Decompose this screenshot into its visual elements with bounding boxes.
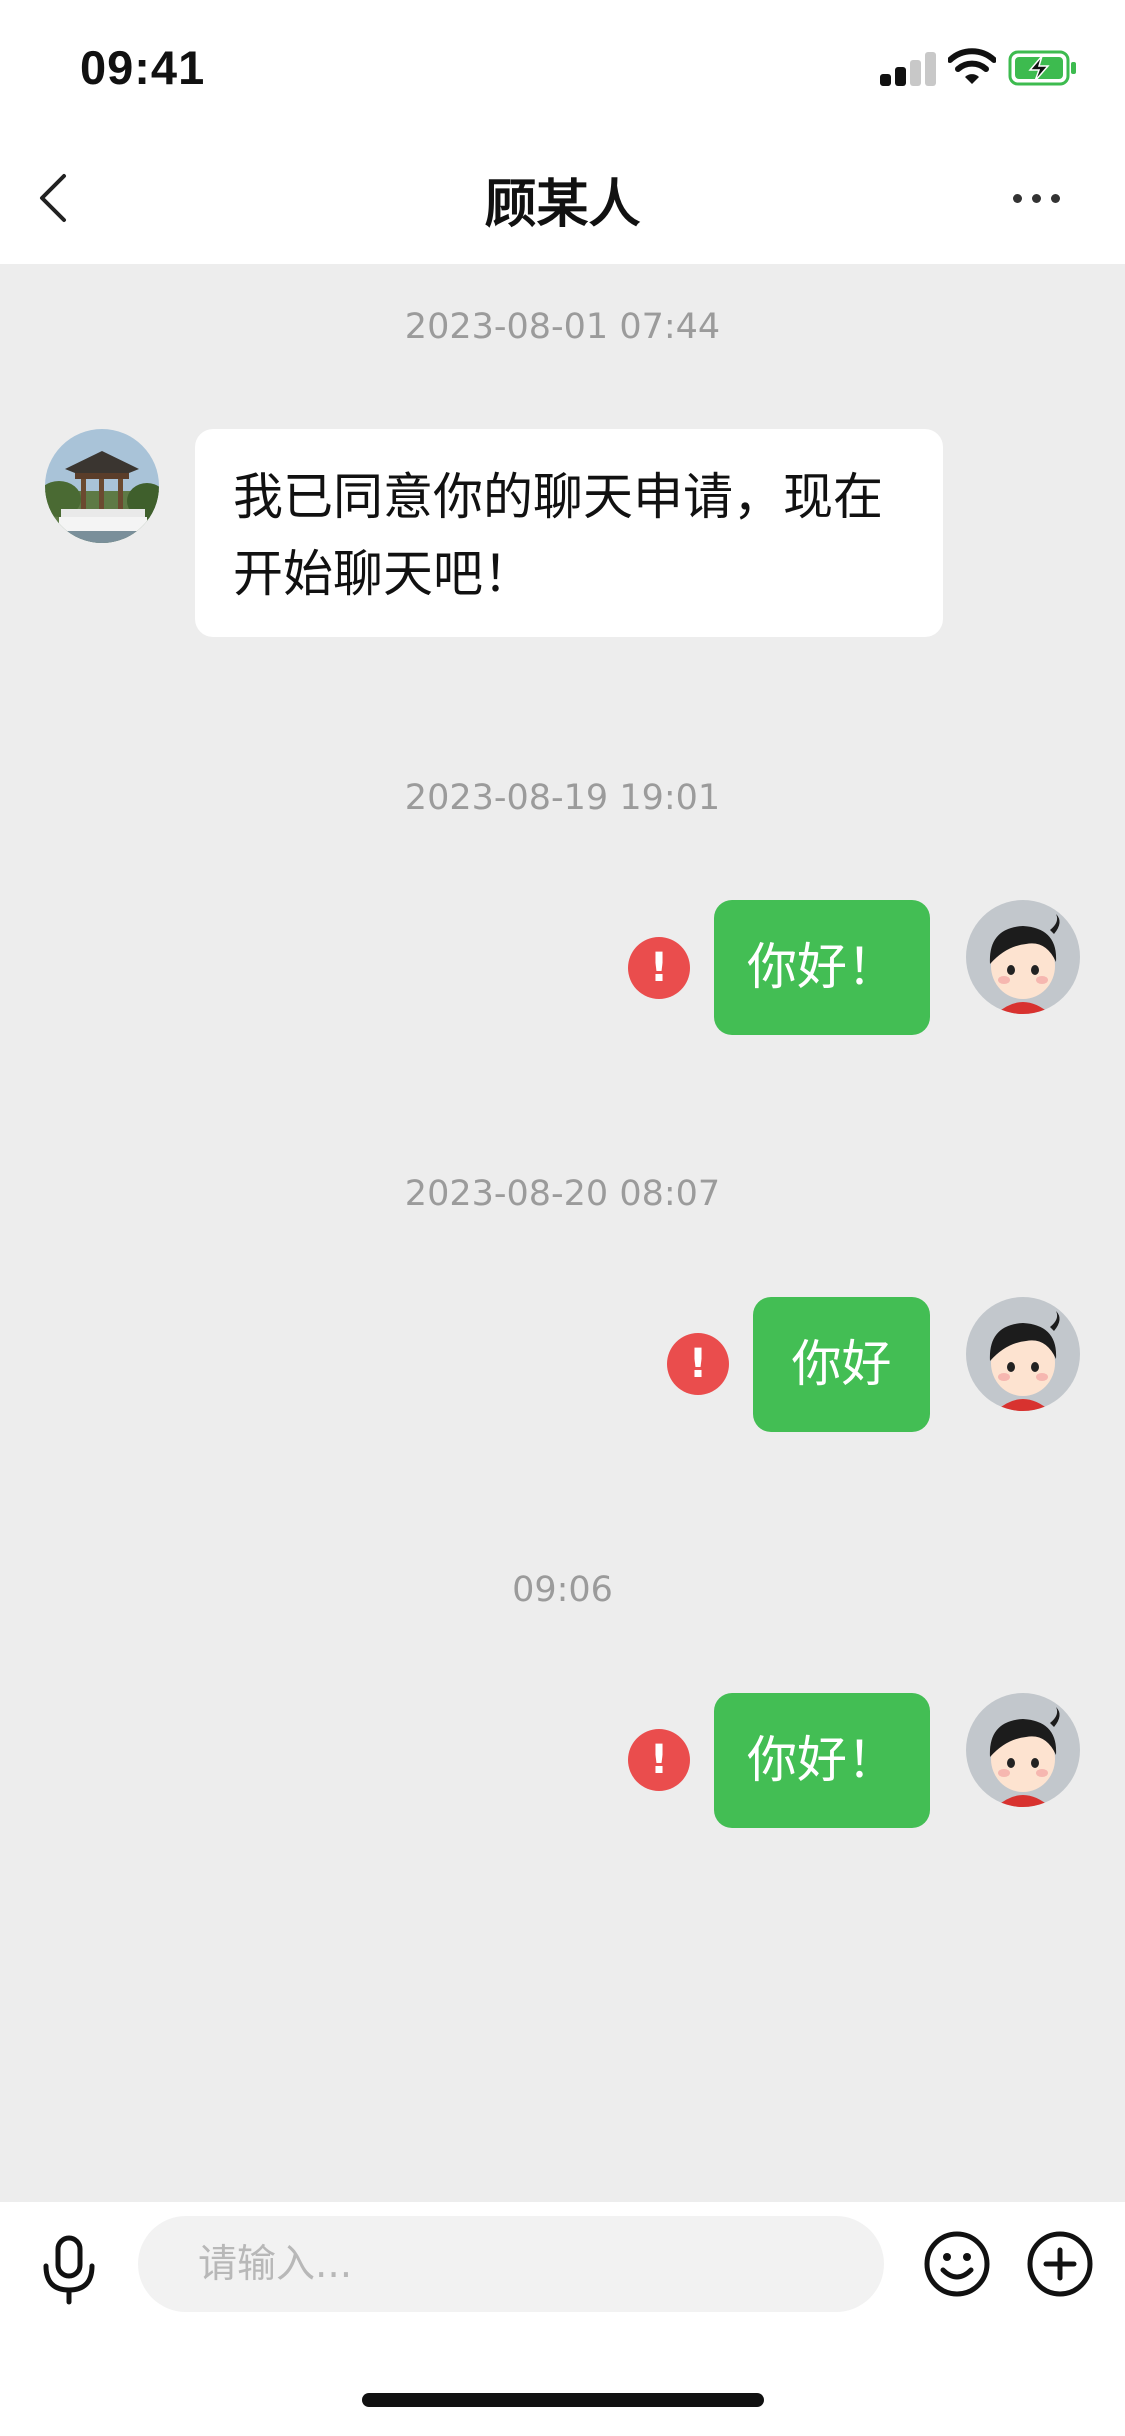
sent-message-bubble[interactable]: 你好！ — [714, 900, 930, 1035]
message-timestamp: 2023-08-19 19:01 — [404, 778, 721, 818]
received-message-bubble[interactable]: 我已同意你的聊天申请，现在 开始聊天吧！ — [195, 429, 943, 637]
emoji-icon[interactable] — [923, 2230, 991, 2298]
message-text-line: 开始聊天吧！ — [233, 545, 533, 603]
wifi-icon — [948, 48, 996, 84]
page-title: 顾某人 — [484, 175, 641, 235]
message-timestamp: 2023-08-01 07:44 — [404, 307, 721, 347]
more-icon[interactable] — [1008, 184, 1064, 212]
message-text-line: 我已同意你的聊天申请，现在 — [233, 468, 883, 526]
error-icon[interactable]: ! — [628, 1729, 690, 1791]
signal-icon — [880, 52, 936, 86]
status-time: 09:41 — [80, 41, 206, 94]
my-avatar[interactable] — [966, 1693, 1080, 1807]
status-bar: 09:41 — [0, 0, 1125, 132]
mic-icon[interactable] — [38, 2234, 100, 2306]
message-timestamp: 2023-08-20 08:07 — [404, 1174, 721, 1214]
plus-icon[interactable] — [1026, 2230, 1094, 2298]
contact-avatar[interactable] — [45, 429, 159, 543]
nav-bar: 顾某人 — [0, 132, 1125, 264]
sent-message-bubble[interactable]: 你好 — [753, 1297, 930, 1432]
error-icon[interactable]: ! — [667, 1333, 729, 1395]
my-avatar[interactable] — [966, 900, 1080, 1014]
message-timestamp: 09:06 — [512, 1570, 613, 1610]
error-icon[interactable]: ! — [628, 937, 690, 999]
my-avatar[interactable] — [966, 1297, 1080, 1411]
message-input[interactable] — [138, 2216, 884, 2312]
home-indicator[interactable] — [362, 2393, 764, 2407]
sent-message-bubble[interactable]: 你好！ — [714, 1693, 930, 1828]
battery-icon — [1008, 50, 1076, 86]
